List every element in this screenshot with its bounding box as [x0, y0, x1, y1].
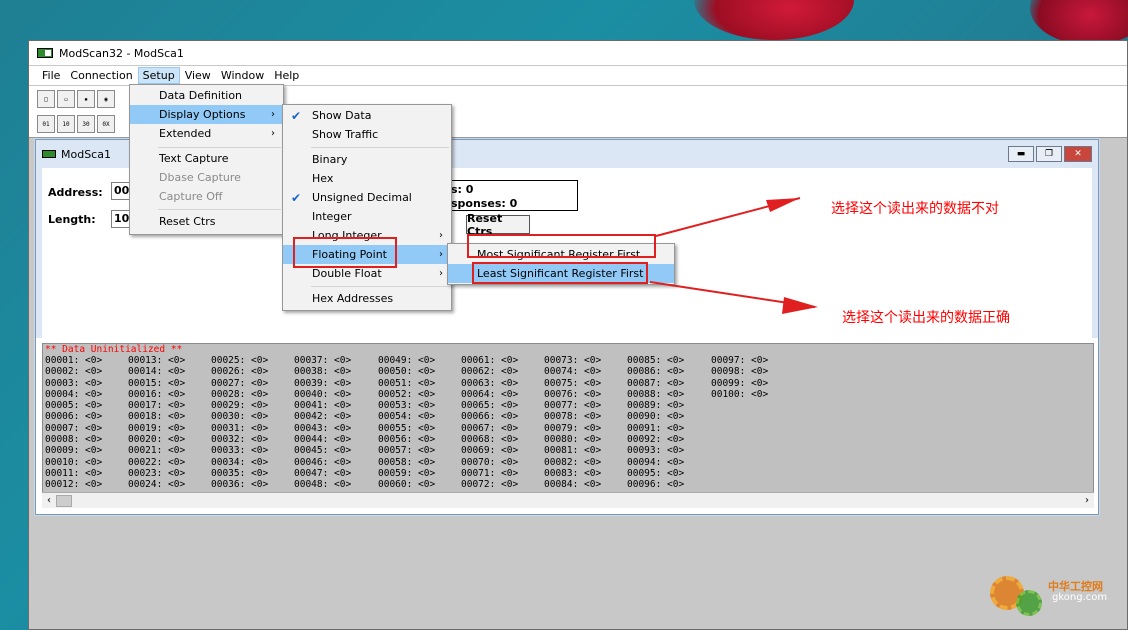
watermark-url: gkong.com	[1052, 592, 1108, 603]
annotation-wrong: 选择这个读出来的数据不对	[831, 201, 999, 217]
gear-icon	[1016, 590, 1042, 616]
watermark-logo: 中华工控网 gkong.com	[990, 572, 1120, 618]
annotation-right: 选择这个读出来的数据正确	[842, 310, 1010, 326]
